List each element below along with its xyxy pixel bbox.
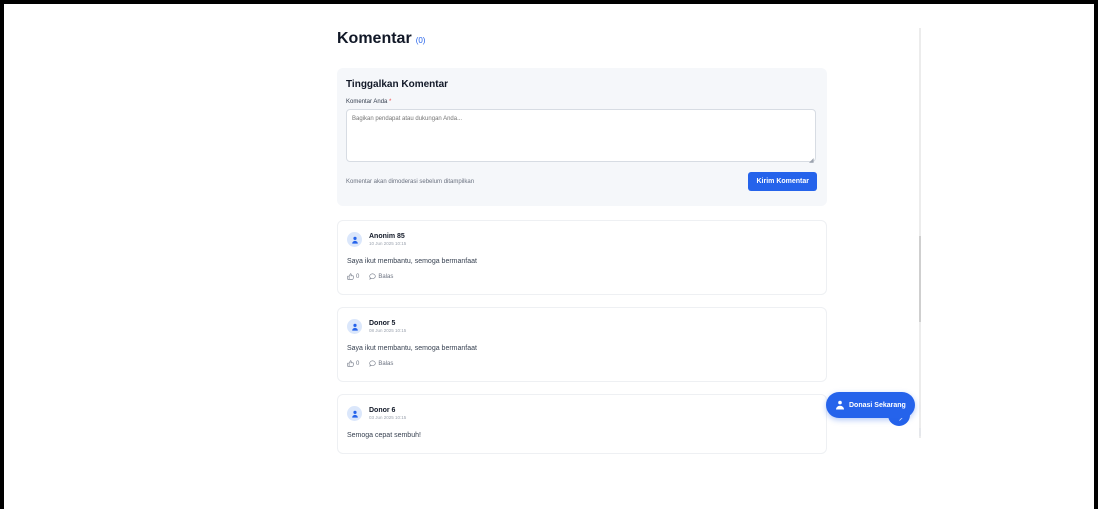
reply-label: Balas <box>378 360 394 367</box>
comment-form: Tinggalkan Komentar Komentar Anda * ◢ Ko… <box>337 68 827 206</box>
required-mark: * <box>389 99 392 105</box>
hand-heart-icon <box>836 400 844 410</box>
comment-text: Saya ikut membantu, semoga bermanfaat <box>347 345 477 352</box>
user-icon <box>351 410 358 418</box>
comment-actions: 0 Balas <box>347 273 817 280</box>
avatar <box>347 232 362 247</box>
form-footer: Komentar akan dimoderasi sebelum ditampi… <box>346 172 817 191</box>
resize-icon[interactable]: ◢ <box>809 157 814 164</box>
like-button[interactable]: 0 <box>347 273 359 280</box>
comment-text: Semoga cepat sembuh! <box>347 432 421 439</box>
thumbs-up-icon <box>347 360 354 367</box>
user-icon <box>351 323 358 331</box>
avatar <box>347 406 362 421</box>
comment-card: Donor 5 08 Jun 2025 10:15 Saya ikut memb… <box>337 307 827 382</box>
comment-count: (0) <box>415 36 426 45</box>
comment-author: Donor 6 <box>369 406 396 414</box>
comment-textarea[interactable] <box>346 109 816 162</box>
comment-card: Donor 6 03 Jun 2025 10:15 Semoga cepat s… <box>337 394 827 454</box>
reply-label: Balas <box>378 273 394 280</box>
comment-author: Anonim 85 <box>369 232 405 240</box>
comment-header: Anonim 85 10 Jun 2025 10:15 <box>347 232 817 247</box>
scrollbar-thumb[interactable] <box>919 236 921 322</box>
form-title: Tinggalkan Komentar <box>346 79 449 90</box>
donate-now-button[interactable]: Donasi Sekarang <box>826 392 915 418</box>
comments-section: Komentar (0) Tinggalkan Komentar Komenta… <box>337 30 827 454</box>
reply-button[interactable]: Balas <box>369 360 393 367</box>
like-count: 0 <box>356 360 360 367</box>
donate-label: Donasi Sekarang <box>849 401 906 409</box>
comment-field-label-text: Komentar Anda <box>346 99 388 105</box>
section-title: Komentar <box>337 30 412 47</box>
comment-text: Saya ikut membantu, semoga bermanfaat <box>347 258 477 265</box>
avatar <box>347 319 362 334</box>
comment-author: Donor 5 <box>369 319 396 327</box>
comment-icon <box>369 273 376 280</box>
comment-header: Donor 6 03 Jun 2025 10:15 <box>347 406 817 421</box>
section-header: Komentar (0) <box>337 30 827 48</box>
thumbs-up-icon <box>347 273 354 280</box>
comment-date: 10 Jun 2025 10:15 <box>369 240 407 246</box>
submit-comment-button[interactable]: Kirim Komentar <box>748 172 817 191</box>
scrollbar-track[interactable] <box>919 28 921 438</box>
moderation-note: Komentar akan dimoderasi sebelum ditampi… <box>346 178 475 185</box>
comment-icon <box>369 360 376 367</box>
user-icon <box>351 236 358 244</box>
comment-actions: 0 Balas <box>347 360 817 367</box>
comment-date: 08 Jun 2025 10:15 <box>369 327 407 333</box>
scrollbar-edge <box>919 428 921 436</box>
comment-header: Donor 5 08 Jun 2025 10:15 <box>347 319 817 334</box>
comment-card: Anonim 85 10 Jun 2025 10:15 Saya ikut me… <box>337 220 827 295</box>
like-button[interactable]: 0 <box>347 360 359 367</box>
comment-field-label: Komentar Anda * <box>346 99 817 105</box>
comment-date: 03 Jun 2025 10:15 <box>369 414 407 420</box>
like-count: 0 <box>356 273 360 280</box>
reply-button[interactable]: Balas <box>369 273 393 280</box>
